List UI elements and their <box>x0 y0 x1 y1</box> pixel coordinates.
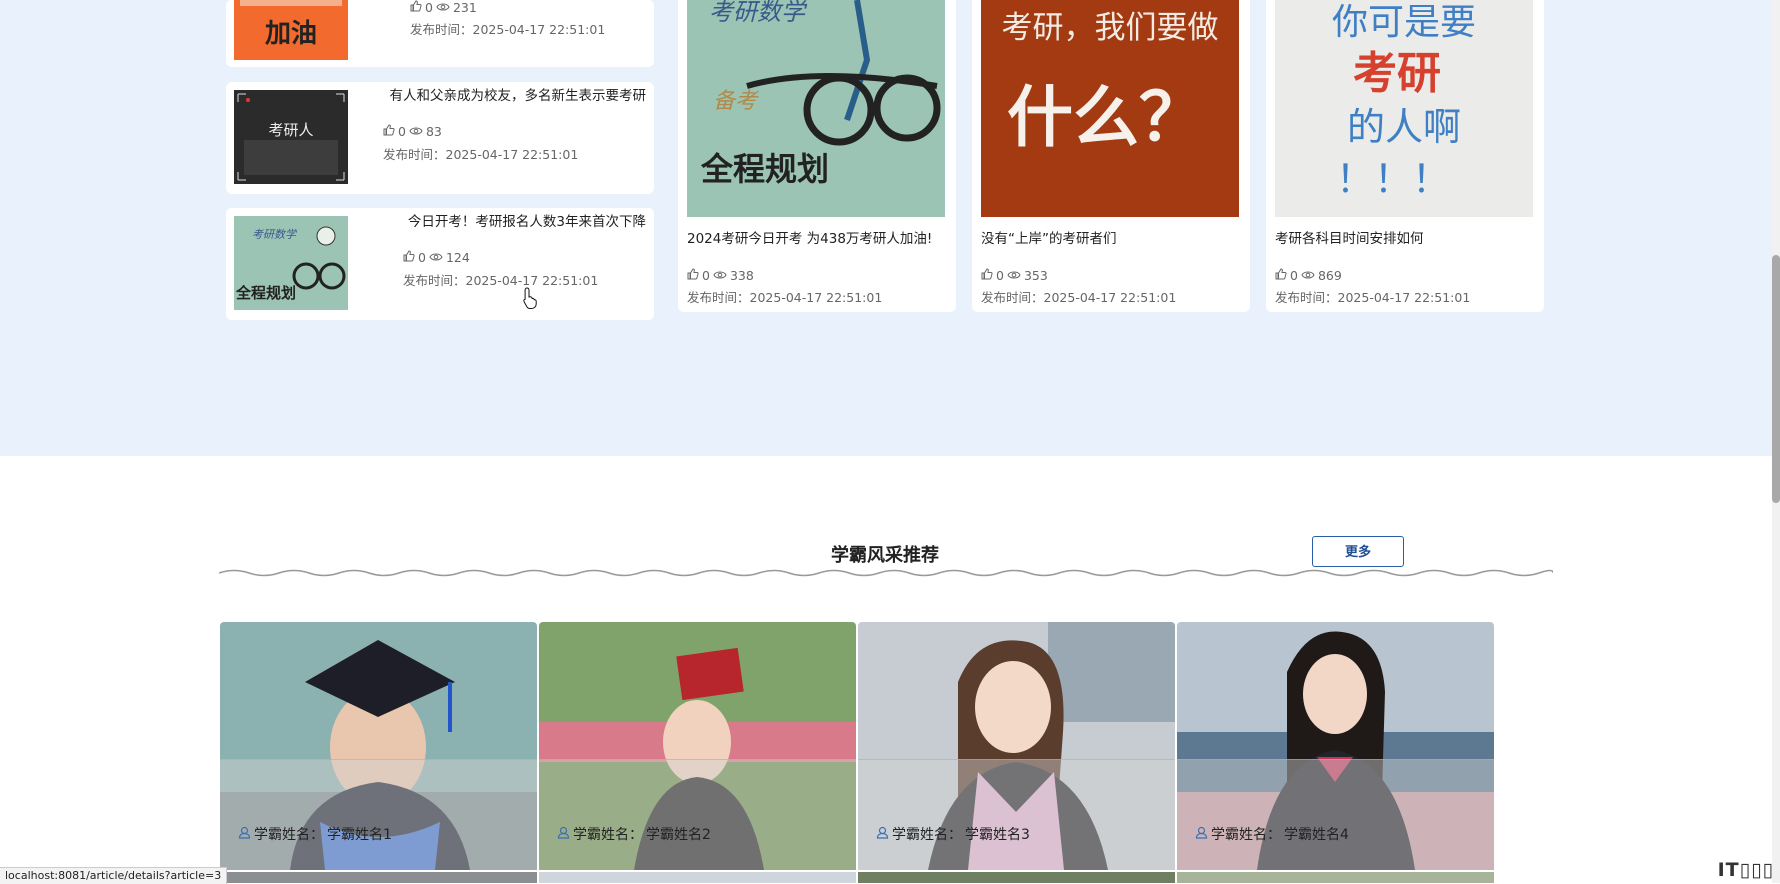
article-thumbnail: 加油 <box>234 0 348 60</box>
article-title[interactable]: 考研各科目时间安排如何 <box>1275 227 1424 247</box>
article-stats: 0 83 <box>383 124 442 139</box>
article-thumbnail: 考研人 <box>234 90 348 184</box>
article-stats: 0 869 <box>1275 268 1342 283</box>
user-icon <box>238 826 251 843</box>
pointer-cursor-icon <box>523 287 537 309</box>
scholar-name: 学霸姓名： 学霸姓名4 <box>1195 824 1349 844</box>
eye-icon <box>436 0 450 15</box>
article-title[interactable]: 没有“上岸”的考研者们 <box>981 227 1117 247</box>
like-icon <box>403 250 415 265</box>
view-count: 124 <box>445 250 470 265</box>
publish-time: 发布时间：2025-04-17 22:51:01 <box>403 273 599 288</box>
image-text: 考研，我们要做 <box>1002 10 1219 46</box>
image-text: 什么？ <box>1007 78 1205 156</box>
article-card[interactable]: 你可是要 考研 的人啊 ！！！ 考研各科目时间安排如何 0 869 发布时间：2… <box>1266 0 1544 312</box>
article-image: 考研，我们要做 什么？ <box>981 0 1239 217</box>
publish-time: 发布时间：2025-04-17 22:51:01 <box>687 290 883 305</box>
article-title[interactable]: 今日开考！考研报名人数3年来首次下降 <box>408 210 646 230</box>
image-text: 考研数学 <box>709 0 808 26</box>
view-count: 231 <box>452 0 477 15</box>
scrollbar-thumb[interactable] <box>1772 255 1780 503</box>
article-list-item[interactable]: 加油 0 231 发布时间：2025-04-17 22:51:01 <box>226 0 654 67</box>
article-title[interactable]: 2024考研今日开考 为438万考研人加油! <box>687 227 932 247</box>
like-icon <box>687 268 699 283</box>
article-card[interactable]: 考研，我们要做 什么？ 没有“上岸”的考研者们 0 353 发布时间：2025-… <box>972 0 1250 312</box>
more-button[interactable]: 更多 <box>1312 536 1404 567</box>
like-icon <box>981 268 993 283</box>
scholar-caption-bg <box>539 759 856 870</box>
view-count: 353 <box>1023 268 1048 283</box>
scholar-caption-bg <box>220 759 537 870</box>
like-icon <box>410 0 422 15</box>
scholar-card[interactable]: 学霸姓名： 学霸姓名1 <box>220 622 537 870</box>
publish-time: 发布时间：2025-04-17 22:51:01 <box>383 147 579 162</box>
eye-icon <box>1007 268 1021 283</box>
article-list-item[interactable]: 考研数学 全程规划 今日开考！考研报名人数3年来首次下降 0 124 发布时间：… <box>226 208 654 320</box>
like-count: 0 <box>702 268 710 283</box>
eye-icon <box>409 124 423 139</box>
thumb-text: 考研人 <box>268 121 313 139</box>
section-title: 学霸风采推荐 <box>831 545 939 566</box>
like-icon <box>383 124 395 139</box>
scholar-name: 学霸姓名： 学霸姓名1 <box>238 824 392 844</box>
view-count: 338 <box>729 268 754 283</box>
wavy-divider <box>219 569 1553 577</box>
view-count: 83 <box>425 124 442 139</box>
scholar-card[interactable]: 学霸姓名： 学霸姓名4 <box>1177 622 1494 870</box>
eye-icon <box>713 268 727 283</box>
article-stats: 0 231 <box>410 0 477 15</box>
scholar-name: 学霸姓名： 学霸姓名2 <box>557 824 711 844</box>
thumb-text: 全程规划 <box>235 284 296 302</box>
article-title[interactable]: 有人和父亲成为校友，多名新生表示要考研 <box>390 84 647 104</box>
image-text: 的人啊 <box>1347 105 1461 149</box>
like-count: 0 <box>398 124 406 139</box>
scholar-card-next-row <box>1177 872 1494 883</box>
image-text: 你可是要 <box>1332 2 1476 43</box>
like-icon <box>1275 268 1287 283</box>
like-count: 0 <box>425 0 433 15</box>
article-image: 你可是要 考研 的人啊 ！！！ <box>1275 0 1533 217</box>
scholar-card-next-row <box>220 872 537 883</box>
link-status-bar: localhost:8081/article/details?article=3 <box>0 867 228 884</box>
like-count: 0 <box>418 250 426 265</box>
eye-icon <box>1301 268 1315 283</box>
thumb-subtext: 考研数学 <box>252 228 298 241</box>
article-stats: 0 338 <box>687 268 754 283</box>
publish-time: 发布时间：2025-04-17 22:51:01 <box>410 22 606 37</box>
scholar-card[interactable]: 学霸姓名： 学霸姓名3 <box>858 622 1175 870</box>
article-thumbnail: 考研数学 全程规划 <box>234 216 348 310</box>
publish-time: 发布时间：2025-04-17 22:51:01 <box>981 290 1177 305</box>
view-count: 869 <box>1317 268 1342 283</box>
publish-time: 发布时间：2025-04-17 22:51:01 <box>1275 290 1471 305</box>
scholar-card-next-row <box>539 872 856 883</box>
scholar-name: 学霸姓名： 学霸姓名3 <box>876 824 1030 844</box>
article-stats: 0 353 <box>981 268 1048 283</box>
article-stats: 0 124 <box>403 250 470 265</box>
watermark: IT▯▯▯ <box>1717 859 1774 881</box>
like-count: 0 <box>996 268 1004 283</box>
eye-icon <box>429 250 443 265</box>
scholar-card-next-row <box>858 872 1175 883</box>
image-text: ！！！ <box>1336 157 1450 201</box>
like-count: 0 <box>1290 268 1298 283</box>
scholar-caption-bg <box>858 759 1175 870</box>
scholar-card[interactable]: 学霸姓名： 学霸姓名2 <box>539 622 856 870</box>
image-text: 考研 <box>1353 48 1441 99</box>
image-text: 全程规划 <box>700 150 829 188</box>
article-list-item[interactable]: 考研人 有人和父亲成为校友，多名新生表示要考研 0 83 发布时间：2025-0… <box>226 82 654 194</box>
article-image: 考研数学 备考 全程规划 <box>687 0 945 217</box>
user-icon <box>1195 826 1208 843</box>
image-text: 备考 <box>713 89 759 114</box>
scholar-caption-bg <box>1177 759 1494 870</box>
user-icon <box>557 826 570 843</box>
article-card[interactable]: 考研数学 备考 全程规划 2024考研今日开考 为438万考研人加油! 0 33… <box>678 0 956 312</box>
thumb-text: 加油 <box>265 19 317 49</box>
user-icon <box>876 826 889 843</box>
